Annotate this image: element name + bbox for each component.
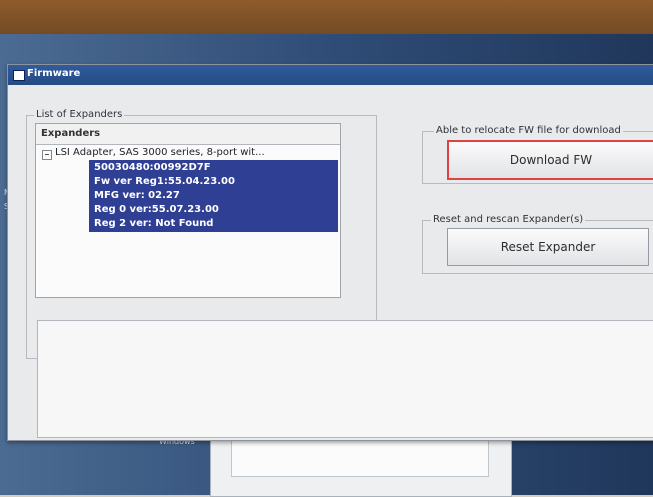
expander-detail-reg0: Reg 0 ver:55.07.23.00: [94, 204, 219, 215]
lsi-adapter-node[interactable]: LSI Adapter, SAS 3000 series, 8-port wit…: [42, 147, 332, 161]
window-title: Firmware: [27, 68, 81, 79]
expander-detail-reg2: Reg 2 ver: Not Found: [94, 218, 214, 229]
collapse-box-icon[interactable]: [42, 150, 52, 160]
expanders-header: Expanders: [36, 124, 340, 145]
expander-detail-fw-reg1: Fw ver Reg1:55.04.23.00: [94, 176, 235, 187]
list-of-expanders-title: List of Expanders: [34, 109, 125, 120]
background-window-panel: [231, 435, 489, 477]
expanders-header-label: Expanders: [41, 128, 101, 139]
reset-expander-label: Reset Expander: [500, 240, 596, 254]
firmware-window: Firmware List of Expanders Expanders LSI…: [7, 64, 653, 441]
lsi-adapter-label: LSI Adapter, SAS 3000 series, 8-port wit…: [55, 147, 265, 158]
expander-detail-mfg: MFG ver: 02.27: [94, 190, 180, 201]
expanders-tree[interactable]: Expanders LSI Adapter, SAS 3000 series, …: [35, 123, 341, 298]
window-titlebar[interactable]: Firmware: [8, 65, 653, 85]
reset-group-title: Reset and rescan Expander(s): [431, 214, 586, 225]
download-group-title: Able to relocate FW file for download: [434, 125, 623, 136]
selected-expander-details[interactable]: 50030480:00992D7F Fw ver Reg1:55.04.23.0…: [89, 160, 338, 232]
reset-expander-button[interactable]: Reset Expander: [447, 228, 649, 266]
download-fw-label: Download FW: [509, 153, 593, 167]
download-fw-button[interactable]: Download FW: [447, 140, 653, 180]
output-area[interactable]: [37, 320, 653, 438]
expander-detail-id: 50030480:00992D7F: [94, 162, 211, 173]
window-icon: [13, 70, 25, 81]
